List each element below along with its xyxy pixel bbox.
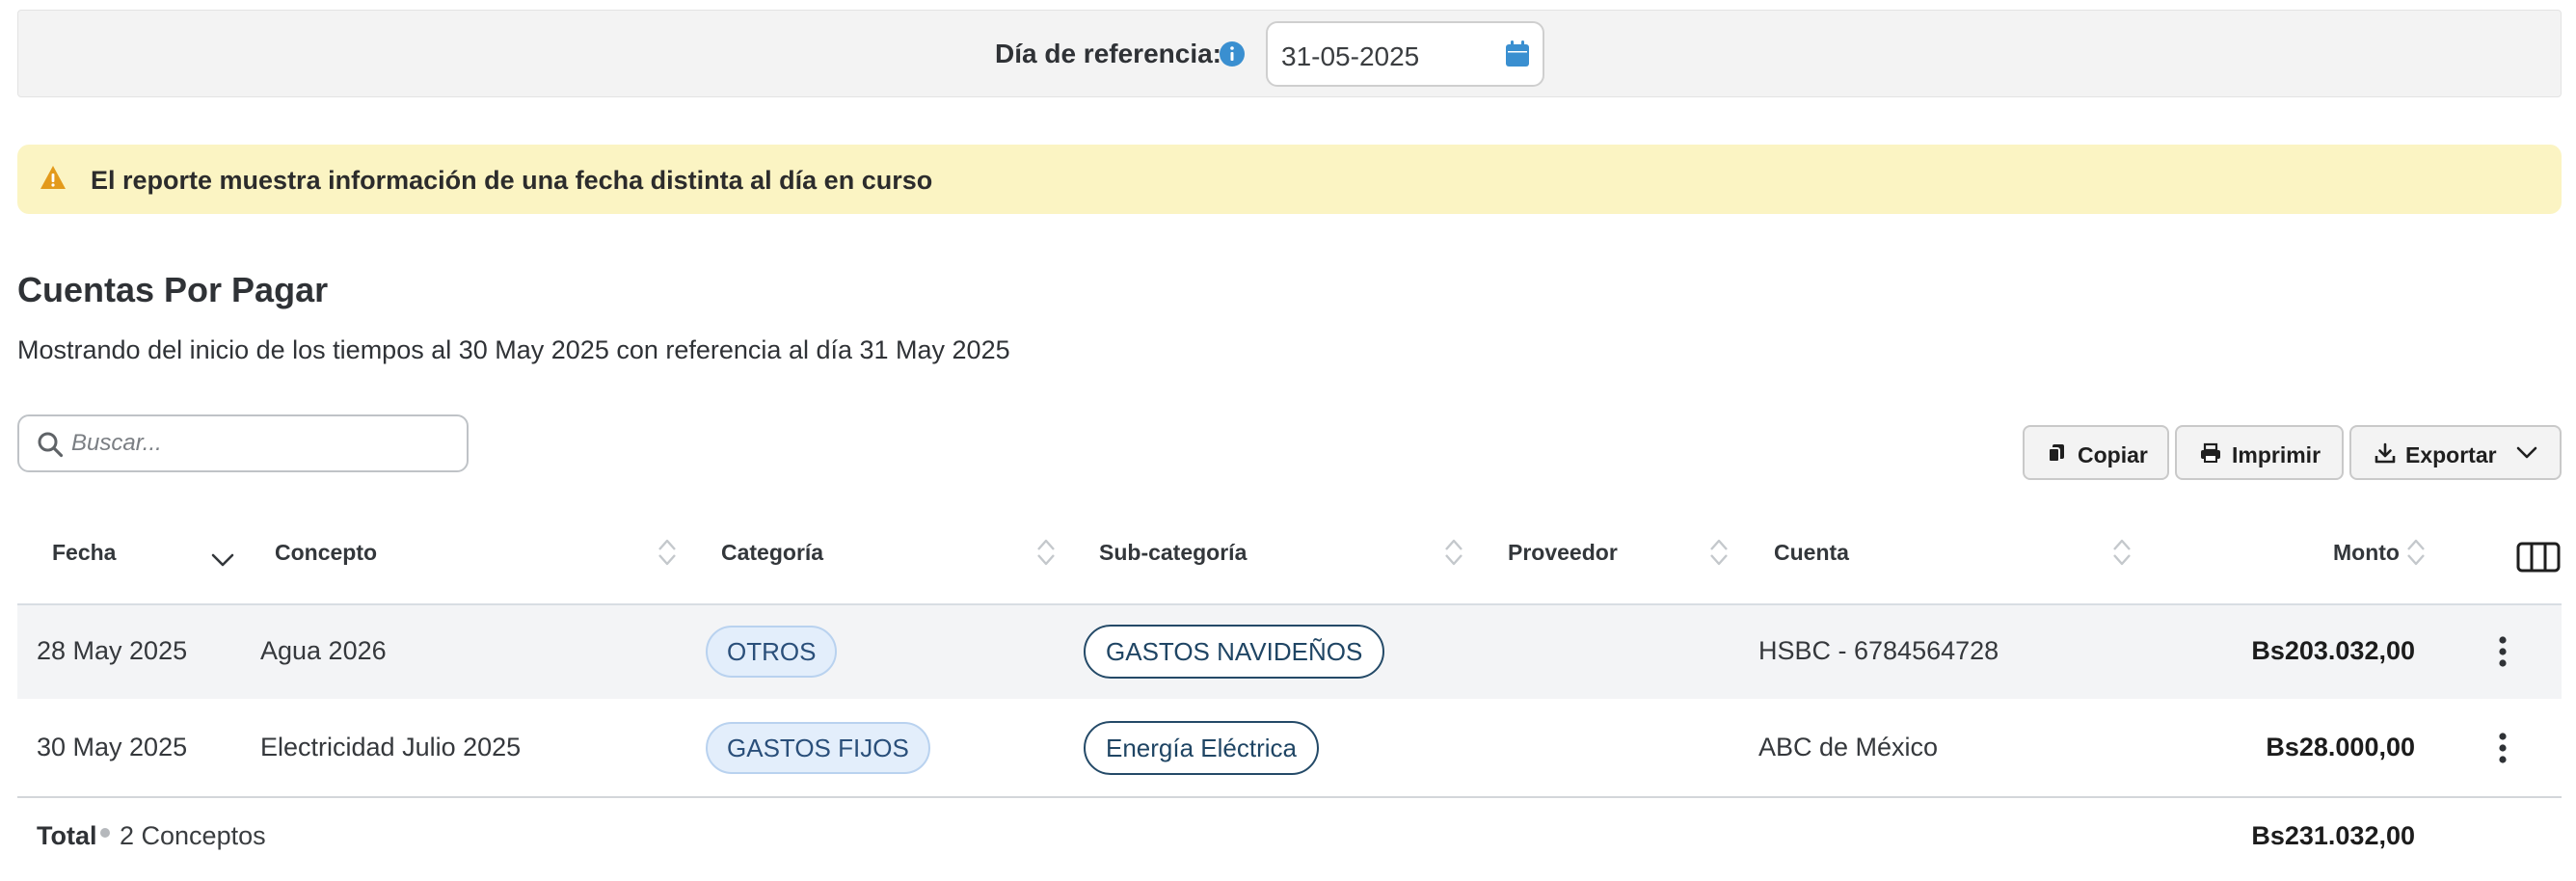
total-count: 2 Conceptos bbox=[120, 821, 266, 850]
column-header-proveedor[interactable]: Proveedor bbox=[1508, 540, 1618, 566]
date-warning-alert: El reporte muestra información de una fe… bbox=[17, 145, 2562, 214]
cell-cuenta: HSBC - 6784564728 bbox=[1758, 636, 1999, 665]
category-chip[interactable]: OTROS bbox=[706, 626, 838, 678]
print-button-label: Imprimir bbox=[2232, 442, 2321, 467]
alert-message: El reporte muestra información de una fe… bbox=[91, 166, 933, 195]
total-label: Total bbox=[37, 821, 97, 850]
calendar-icon[interactable] bbox=[1504, 40, 1531, 68]
sort-icon[interactable] bbox=[1442, 534, 1465, 571]
sort-icon[interactable] bbox=[1034, 534, 1058, 571]
copy-button[interactable]: Copiar bbox=[2023, 425, 2169, 480]
info-icon[interactable] bbox=[1219, 40, 1246, 67]
search-input[interactable] bbox=[71, 424, 457, 463]
copy-button-label: Copiar bbox=[2078, 442, 2148, 467]
sort-icon[interactable] bbox=[2110, 534, 2133, 571]
kebab-menu-icon[interactable] bbox=[2497, 732, 2509, 764]
reference-date-value[interactable]: 31-05-2025 bbox=[1281, 41, 1419, 72]
cell-concepto: Electricidad Julio 2025 bbox=[260, 733, 522, 761]
cell-fecha: 30 May 2025 bbox=[37, 733, 188, 761]
total-amount: Bs231.032,00 bbox=[2251, 821, 2415, 850]
kebab-menu-icon[interactable] bbox=[2497, 635, 2509, 668]
export-button-label: Exportar bbox=[2405, 442, 2497, 467]
sort-icon[interactable] bbox=[1707, 534, 1731, 571]
reference-date-label: Día de referencia: bbox=[995, 39, 1221, 68]
column-header-concepto[interactable]: Concepto bbox=[275, 540, 377, 566]
page-subtitle: Mostrando del inicio de los tiempos al 3… bbox=[17, 335, 1010, 364]
cell-fecha: 28 May 2025 bbox=[37, 636, 188, 665]
column-header-monto[interactable]: Monto bbox=[2333, 540, 2400, 566]
column-header-categoria[interactable]: Categoría bbox=[721, 540, 823, 566]
sort-icon[interactable] bbox=[2404, 534, 2428, 571]
warning-icon bbox=[40, 166, 66, 189]
cell-cuenta: ABC de México bbox=[1758, 733, 1939, 761]
print-button[interactable]: Imprimir bbox=[2175, 425, 2344, 480]
columns-icon[interactable] bbox=[2516, 542, 2561, 573]
category-chip[interactable]: GASTOS FIJOS bbox=[706, 722, 930, 774]
cell-concepto: Agua 2026 bbox=[260, 636, 387, 665]
subcategory-chip[interactable]: Energía Eléctrica bbox=[1084, 721, 1319, 775]
cell-monto: Bs203.032,00 bbox=[2251, 636, 2415, 665]
export-button[interactable]: Exportar bbox=[2349, 425, 2562, 480]
print-icon bbox=[2201, 442, 2220, 463]
copy-icon bbox=[2048, 444, 2064, 463]
cell-monto: Bs28.000,00 bbox=[2266, 733, 2415, 761]
sort-icon[interactable] bbox=[656, 534, 679, 571]
column-header-cuenta[interactable]: Cuenta bbox=[1774, 540, 1849, 566]
column-header-subcategoria[interactable]: Sub-categoría bbox=[1099, 540, 1247, 566]
table-footer-divider bbox=[17, 796, 2562, 798]
search-icon bbox=[38, 432, 64, 458]
page-title: Cuentas Por Pagar bbox=[17, 270, 329, 309]
column-header-fecha[interactable]: Fecha bbox=[52, 540, 116, 566]
sort-descending-icon[interactable] bbox=[210, 551, 235, 569]
reference-date-input[interactable]: 31-05-2025 bbox=[1266, 21, 1544, 87]
chevron-down-icon bbox=[2516, 446, 2537, 459]
subcategory-chip[interactable]: GASTOS NAVIDEÑOS bbox=[1084, 625, 1385, 679]
separator-dot bbox=[100, 828, 110, 838]
download-icon bbox=[2375, 442, 2396, 464]
search-box[interactable] bbox=[17, 414, 469, 472]
